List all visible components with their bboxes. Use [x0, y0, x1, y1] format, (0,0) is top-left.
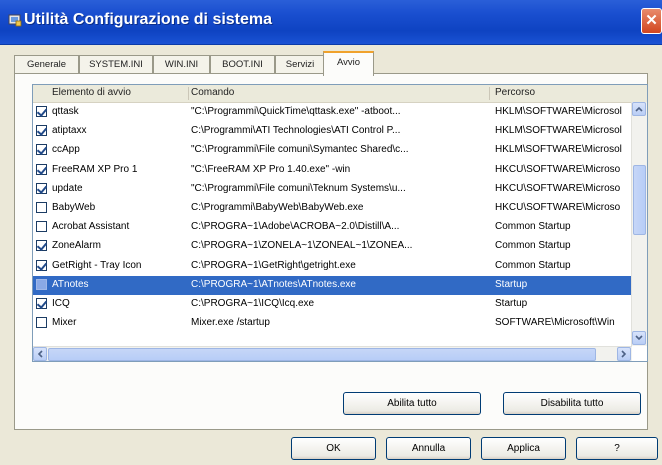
startup-item-command: "C:\Programmi\File comuni\Symantec Share… [191, 144, 409, 156]
startup-item-path: Startup [495, 278, 528, 290]
startup-item-row[interactable]: Acrobat Assistant C:\PROGRA~1\Adobe\ACROB… [33, 218, 631, 237]
vertical-scroll-thumb[interactable] [633, 165, 646, 235]
startup-item-name: Acrobat Assistant [52, 221, 130, 233]
system-configuration-window: Utilità Configurazione di sistema ✕ Gene… [0, 0, 662, 465]
startup-item-row[interactable]: ZoneAlarm C:\PROGRA~1\ZONELA~1\ZONEAL~1\Z… [33, 237, 631, 256]
startup-panel: Elemento di avvio Comando Percorso qttas… [14, 73, 648, 430]
startup-item-row[interactable]: update "C:\Programmi\File comuni\Teknum S… [33, 180, 631, 199]
column-divider[interactable] [489, 87, 490, 100]
startup-item-checkbox[interactable] [36, 163, 47, 175]
startup-item-checkbox[interactable] [36, 240, 47, 252]
startup-item-name: Mixer [52, 317, 77, 329]
startup-item-path: HKLM\SOFTWARE\Microsol [495, 106, 622, 117]
msconfig-app-icon [8, 14, 22, 27]
tab-system-ini[interactable]: SYSTEM.INI [79, 55, 153, 74]
chevron-up-icon [635, 106, 643, 112]
horizontal-scroll-thumb[interactable] [48, 348, 596, 361]
startup-item-command: C:\Programmi\BabyWeb\BabyWeb.exe [191, 202, 364, 213]
startup-item-path: HKLM\SOFTWARE\Microsol [495, 144, 622, 156]
startup-item-command: "C:\Programmi\File comuni\Teknum Systems… [191, 182, 406, 194]
tab-generale[interactable]: Generale [14, 55, 79, 74]
startup-item-checkbox[interactable] [36, 182, 47, 194]
startup-item-command: C:\PROGRA~1\Adobe\ACROBA~2.0\Distill\A..… [191, 221, 400, 233]
tab-servizi[interactable]: Servizi [275, 55, 325, 74]
startup-item-path: Startup [495, 298, 528, 309]
startup-item-name: ATnotes [52, 278, 89, 290]
startup-item-row[interactable]: ATnotes C:\PROGRA~1\ATnotes\ATnotes.exe St… [33, 275, 631, 295]
startup-item-name: atiptaxx [52, 125, 87, 137]
column-header-path[interactable]: Percorso [495, 87, 535, 98]
startup-item-checkbox[interactable] [36, 278, 47, 290]
startup-item-command: "C:\FreeRAM XP Pro 1.40.exe" -win [191, 163, 351, 175]
apply-button[interactable]: Applica [481, 437, 566, 460]
ok-button[interactable]: OK [291, 437, 376, 460]
tab-boot-ini[interactable]: BOOT.INI [210, 55, 275, 74]
scroll-left-button[interactable] [33, 347, 47, 361]
tab-win-ini[interactable]: WIN.INI [153, 55, 210, 74]
startup-item-checkbox[interactable] [36, 144, 47, 156]
column-header-row: Elemento di avvio Comando Percorso [33, 85, 647, 103]
startup-item-command: "C:\Programmi\QuickTime\qttask.exe" -atb… [191, 106, 401, 117]
startup-item-path: HKCU\SOFTWARE\Microso [495, 202, 621, 213]
startup-items-list[interactable]: Elemento di avvio Comando Percorso qttas… [32, 84, 648, 362]
startup-item-path: HKCU\SOFTWARE\Microso [495, 182, 621, 194]
startup-item-path: Common Startup [495, 221, 571, 233]
help-button[interactable]: ? [576, 437, 658, 460]
startup-item-path: Common Startup [495, 259, 571, 271]
startup-item-command: Mixer.exe /startup [191, 317, 270, 329]
column-divider[interactable] [188, 87, 189, 100]
startup-item-row[interactable]: GetRight - Tray Icon C:\PROGRA~1\GetRight… [33, 257, 631, 276]
startup-item-name: ICQ [52, 298, 70, 309]
startup-item-name: update [52, 182, 83, 194]
startup-item-row[interactable]: ccApp "C:\Programmi\File comuni\Symantec … [33, 141, 631, 160]
chevron-right-icon [621, 350, 627, 358]
startup-item-row[interactable]: Mixer Mixer.exe /startup SOFTWARE\Microsof… [33, 314, 631, 333]
startup-item-path: HKCU\SOFTWARE\Microso [495, 163, 621, 175]
title-bar[interactable]: Utilità Configurazione di sistema ✕ [0, 0, 662, 45]
startup-item-name: qttask [52, 106, 79, 117]
cancel-button[interactable]: Annulla [386, 437, 471, 460]
window-title: Utilità Configurazione di sistema [24, 11, 273, 28]
startup-item-path: HKLM\SOFTWARE\Microsol [495, 125, 622, 137]
startup-item-checkbox[interactable] [36, 221, 47, 233]
chevron-down-icon [635, 335, 643, 341]
startup-item-name: ZoneAlarm [52, 240, 101, 252]
tab-avvio[interactable]: Avvio [323, 51, 374, 76]
horizontal-scrollbar[interactable] [33, 346, 632, 361]
startup-item-name: FreeRAM XP Pro 1 [52, 163, 138, 175]
startup-item-row[interactable]: ICQ C:\PROGRA~1\ICQ\Icq.exe Startup [33, 295, 631, 314]
startup-item-checkbox[interactable] [36, 259, 47, 271]
scroll-down-button[interactable] [632, 331, 646, 345]
startup-item-checkbox[interactable] [36, 298, 47, 309]
startup-item-checkbox[interactable] [36, 202, 47, 213]
startup-item-checkbox[interactable] [36, 106, 47, 117]
enable-all-button[interactable]: Abilita tutto [343, 392, 481, 415]
disable-all-button[interactable]: Disabilita tutto [503, 392, 641, 415]
startup-item-row[interactable]: atiptaxx C:\Programmi\ATI Technologies\AT… [33, 122, 631, 141]
vertical-scrollbar[interactable] [631, 102, 647, 346]
startup-item-row[interactable]: qttask "C:\Programmi\QuickTime\qttask.exe… [33, 103, 631, 122]
startup-item-name: GetRight - Tray Icon [52, 259, 142, 271]
startup-item-path: SOFTWARE\Microsoft\Win [495, 317, 615, 329]
startup-item-command: C:\PROGRA~1\ATnotes\ATnotes.exe [191, 278, 356, 290]
startup-item-checkbox[interactable] [36, 317, 47, 329]
startup-item-command: C:\PROGRA~1\ZONELA~1\ZONEAL~1\ZONEA... [191, 240, 413, 252]
startup-item-command: C:\Programmi\ATI Technologies\ATI Contro… [191, 125, 401, 137]
column-header-name[interactable]: Elemento di avvio [52, 87, 131, 98]
startup-item-command: C:\PROGRA~1\ICQ\Icq.exe [191, 298, 315, 309]
startup-item-row[interactable]: BabyWeb C:\Programmi\BabyWeb\BabyWeb.exe H… [33, 199, 631, 218]
startup-item-name: BabyWeb [52, 202, 96, 213]
scroll-up-button[interactable] [632, 102, 646, 116]
column-header-command[interactable]: Comando [191, 87, 234, 98]
startup-item-checkbox[interactable] [36, 125, 47, 137]
startup-item-path: Common Startup [495, 240, 571, 252]
startup-item-name: ccApp [52, 144, 80, 156]
chevron-left-icon [37, 350, 43, 358]
close-button[interactable]: ✕ [641, 8, 662, 34]
scroll-right-button[interactable] [617, 347, 631, 361]
startup-item-command: C:\PROGRA~1\GetRight\getright.exe [191, 259, 356, 271]
startup-item-row[interactable]: FreeRAM XP Pro 1 "C:\FreeRAM XP Pro 1.40.… [33, 161, 631, 180]
